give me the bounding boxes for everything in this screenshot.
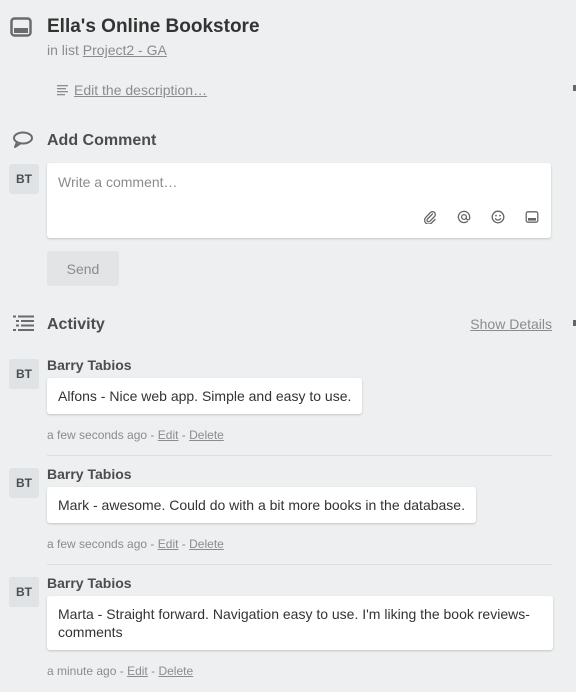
comment-tools <box>423 210 539 224</box>
edit-link[interactable]: Edit <box>127 664 148 678</box>
delete-link[interactable]: Delete <box>189 428 224 442</box>
comment-meta: a minute ago - Edit - Delete <box>47 664 193 678</box>
add-comment-title: Add Comment <box>47 132 157 149</box>
activity-title: Activity <box>47 316 105 333</box>
meta-separator: - <box>151 664 156 678</box>
comment-author[interactable]: Barry Tabios <box>47 466 132 482</box>
comment-placeholder: Write a comment… <box>58 174 178 190</box>
divider <box>47 564 552 565</box>
emoji-icon[interactable] <box>491 210 505 224</box>
comment-text: Mark - awesome. Could do with a bit more… <box>47 487 476 523</box>
comment-time[interactable]: a minute ago <box>47 664 116 678</box>
comment-input[interactable]: Write a comment… <box>47 163 551 238</box>
comment-text-line: comments <box>58 624 123 640</box>
at-mention-icon[interactable] <box>457 210 471 224</box>
description-lines-icon <box>56 83 70 97</box>
avatar[interactable]: BT <box>9 359 39 389</box>
paperclip-icon[interactable] <box>423 210 437 224</box>
avatar[interactable]: BT <box>9 164 39 194</box>
edit-description-link[interactable]: Edit the description… <box>74 82 207 98</box>
meta-separator: - <box>150 537 155 551</box>
send-button[interactable]: Send <box>47 251 119 286</box>
comment-author[interactable]: Barry Tabios <box>47 357 132 373</box>
meta-separator: - <box>181 537 186 551</box>
comment-text: Alfons - Nice web app. Simple and easy t… <box>47 378 363 414</box>
comment-meta: a few seconds ago - Edit - Delete <box>47 537 224 551</box>
comment-time[interactable]: a few seconds ago <box>47 428 147 442</box>
in-list-prefix: in list <box>47 42 79 58</box>
comment-meta: a few seconds ago - Edit - Delete <box>47 428 224 442</box>
delete-link[interactable]: Delete <box>189 537 224 551</box>
show-details-link[interactable]: Show Details <box>470 316 552 332</box>
activity-list-icon <box>13 315 35 332</box>
edit-description-row[interactable]: Edit the description… <box>56 82 207 98</box>
edit-link[interactable]: Edit <box>158 537 179 551</box>
comment-time[interactable]: a few seconds ago <box>47 537 147 551</box>
meta-separator: - <box>150 428 155 442</box>
edit-link[interactable]: Edit <box>158 428 179 442</box>
comment-author[interactable]: Barry Tabios <box>47 575 132 591</box>
card-icon <box>10 17 32 37</box>
comment-text: Marta - Straight forward. Navigation eas… <box>47 596 553 650</box>
meta-separator: - <box>181 428 186 442</box>
comment-bubble-icon <box>12 131 34 149</box>
avatar[interactable]: BT <box>9 468 39 498</box>
comment-text-line: Marta - Straight forward. Navigation eas… <box>58 606 530 622</box>
avatar[interactable]: BT <box>9 577 39 607</box>
in-list-line: in list Project2 - GA <box>47 42 167 58</box>
card-title: Ella's Online Bookstore <box>47 16 260 37</box>
divider <box>47 455 552 456</box>
delete-link[interactable]: Delete <box>158 664 193 678</box>
meta-separator: - <box>119 664 124 678</box>
card-icon[interactable] <box>525 210 539 224</box>
list-link[interactable]: Project2 - GA <box>83 42 167 58</box>
